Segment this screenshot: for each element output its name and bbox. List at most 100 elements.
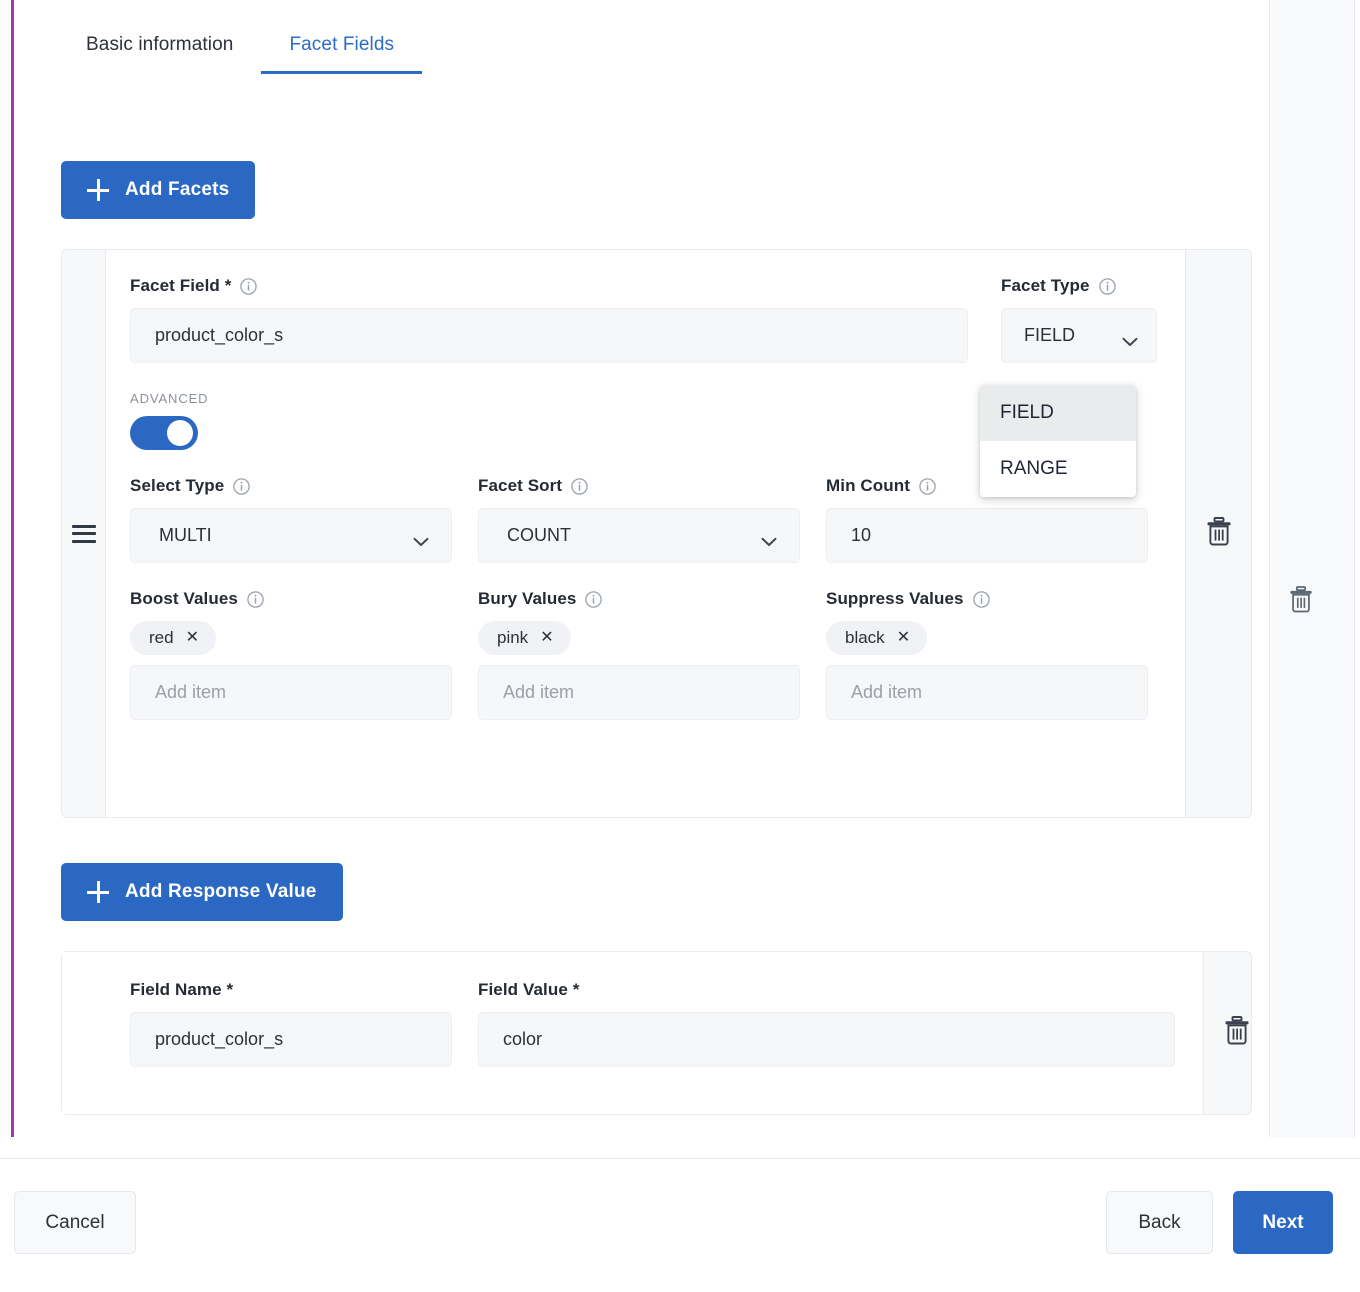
facet-type-block: Facet Type FIELD: [1001, 276, 1157, 363]
boost-values-label: Boost Values: [130, 589, 238, 608]
suppress-values-label-group: Suppress Values: [826, 589, 1148, 609]
bury-values-add-input[interactable]: Add item: [478, 665, 800, 720]
chip[interactable]: black ✕: [826, 621, 928, 655]
boost-values-chips: red ✕: [130, 621, 452, 655]
add-facets-label: Add Facets: [125, 179, 230, 200]
chevron-down-icon: [761, 531, 777, 546]
field-name-label: Field Name *: [130, 980, 234, 999]
grid-gap: [800, 476, 826, 563]
facet-sort-group: Facet Sort COUNT: [478, 476, 800, 563]
drag-handle-icon[interactable]: [71, 524, 96, 543]
main-content-panel: Basic information Facet Fields Add Facet…: [14, 0, 1270, 1137]
facet-sort-value: COUNT: [507, 525, 571, 545]
dropdown-option-range[interactable]: RANGE: [980, 441, 1136, 497]
trash-icon[interactable]: [1224, 1016, 1250, 1050]
boost-values-add-input[interactable]: Add item: [130, 665, 452, 720]
select-type-label-group: Select Type: [130, 476, 452, 496]
bury-values-group: Bury Values pink ✕ Add item: [478, 589, 800, 720]
suppress-values-group: Suppress Values black ✕ Add item: [826, 589, 1148, 720]
grid-gap: [452, 980, 478, 1067]
dropdown-option-field[interactable]: FIELD: [980, 385, 1136, 441]
add-facets-button[interactable]: Add Facets: [61, 161, 256, 219]
facet-type-select[interactable]: FIELD: [1001, 308, 1157, 363]
suppress-values-chips: black ✕: [826, 621, 1148, 655]
response-value-card: Field Name * product_color_s Field Value…: [61, 951, 1252, 1115]
facet-card: Facet Field * product_color_s Facet Type: [61, 249, 1252, 818]
close-icon[interactable]: ✕: [897, 630, 910, 646]
bury-values-label: Bury Values: [478, 589, 577, 608]
facet-fields-wizard-page: Basic information Facet Fields Add Facet…: [0, 0, 1360, 1292]
facet-sort-label-group: Facet Sort: [478, 476, 800, 496]
plus-icon: [87, 881, 109, 903]
info-icon[interactable]: [233, 477, 251, 495]
chevron-down-icon: [1122, 331, 1138, 346]
chip-label: pink: [497, 628, 529, 647]
facet-card-drag-handle-cell[interactable]: [62, 250, 106, 817]
facet-field-label: Facet Field *: [130, 276, 232, 295]
plus-icon: [87, 179, 109, 201]
grid-gap: [452, 476, 478, 563]
suppress-values-add-input[interactable]: Add item: [826, 665, 1148, 720]
facet-field-label-group: Facet Field *: [130, 276, 968, 296]
advanced-row-values: Boost Values red ✕ Add item Bury Values …: [130, 589, 1157, 720]
field-value-label: Field Value *: [478, 980, 580, 999]
info-icon[interactable]: [972, 590, 990, 608]
facet-type-select-value: FIELD: [1024, 325, 1076, 345]
close-icon[interactable]: ✕: [540, 630, 553, 646]
info-icon[interactable]: [247, 590, 264, 608]
field-name-group: Field Name * product_color_s: [130, 980, 452, 1067]
facet-type-dropdown-menu[interactable]: FIELD RANGE: [980, 385, 1136, 497]
tab-basic-information[interactable]: Basic information: [58, 24, 261, 74]
facet-type-label-group: Facet Type: [1001, 276, 1157, 296]
side-panel: [1271, 0, 1355, 1137]
boost-values-label-group: Boost Values: [130, 589, 452, 609]
facet-card-delete-cell[interactable]: [1185, 250, 1251, 817]
info-icon[interactable]: [585, 590, 603, 608]
chip-label: red: [149, 628, 174, 647]
facet-field-input[interactable]: product_color_s: [130, 308, 968, 363]
facet-sort-select[interactable]: COUNT: [478, 508, 800, 563]
add-response-value-label: Add Response Value: [125, 881, 317, 902]
bury-values-label-group: Bury Values: [478, 589, 800, 609]
advanced-toggle-knob: [167, 420, 193, 446]
grid-gap: [800, 589, 826, 720]
select-type-group: Select Type MULTI: [130, 476, 452, 563]
chip-label: black: [845, 628, 885, 647]
info-icon[interactable]: [571, 477, 588, 495]
boost-values-group: Boost Values red ✕ Add item: [130, 589, 452, 720]
advanced-toggle[interactable]: [130, 416, 198, 450]
min-count-label: Min Count: [826, 476, 910, 495]
back-button[interactable]: Back: [1106, 1191, 1213, 1254]
facet-card-body: Facet Field * product_color_s Facet Type: [106, 250, 1185, 817]
min-count-input[interactable]: 10: [826, 508, 1148, 563]
wizard-tabs: Basic information Facet Fields: [58, 24, 422, 74]
add-response-value-button[interactable]: Add Response Value: [61, 863, 343, 921]
tab-facet-fields[interactable]: Facet Fields: [261, 24, 422, 74]
response-value-delete-cell[interactable]: [1203, 952, 1269, 1114]
grid-gap: [452, 589, 478, 720]
bury-values-chips: pink ✕: [478, 621, 800, 655]
facet-type-label: Facet Type: [1001, 276, 1090, 295]
info-icon[interactable]: [919, 477, 936, 495]
facet-sort-label: Facet Sort: [478, 476, 563, 495]
chip[interactable]: red ✕: [130, 621, 216, 655]
field-name-input[interactable]: product_color_s: [130, 1012, 452, 1067]
close-icon[interactable]: ✕: [186, 630, 199, 646]
select-type-label: Select Type: [130, 476, 225, 495]
wizard-footer: Cancel Back Next: [0, 1158, 1360, 1292]
chip[interactable]: pink ✕: [478, 621, 571, 655]
select-type-value: MULTI: [159, 525, 212, 545]
info-icon[interactable]: [1098, 277, 1116, 295]
response-value-grid: Field Name * product_color_s Field Value…: [130, 980, 1175, 1067]
info-icon[interactable]: [240, 277, 258, 295]
select-type-select[interactable]: MULTI: [130, 508, 452, 563]
suppress-values-label: Suppress Values: [826, 589, 964, 608]
response-value-card-body: Field Name * product_color_s Field Value…: [62, 952, 1203, 1114]
cancel-button[interactable]: Cancel: [14, 1191, 136, 1254]
next-button[interactable]: Next: [1233, 1191, 1333, 1254]
side-panel-trash-icon[interactable]: [1289, 586, 1313, 618]
field-value-input[interactable]: color: [478, 1012, 1175, 1067]
chevron-down-icon: [413, 531, 429, 546]
trash-icon[interactable]: [1206, 516, 1232, 551]
field-value-group: Field Value * color: [478, 980, 1175, 1067]
